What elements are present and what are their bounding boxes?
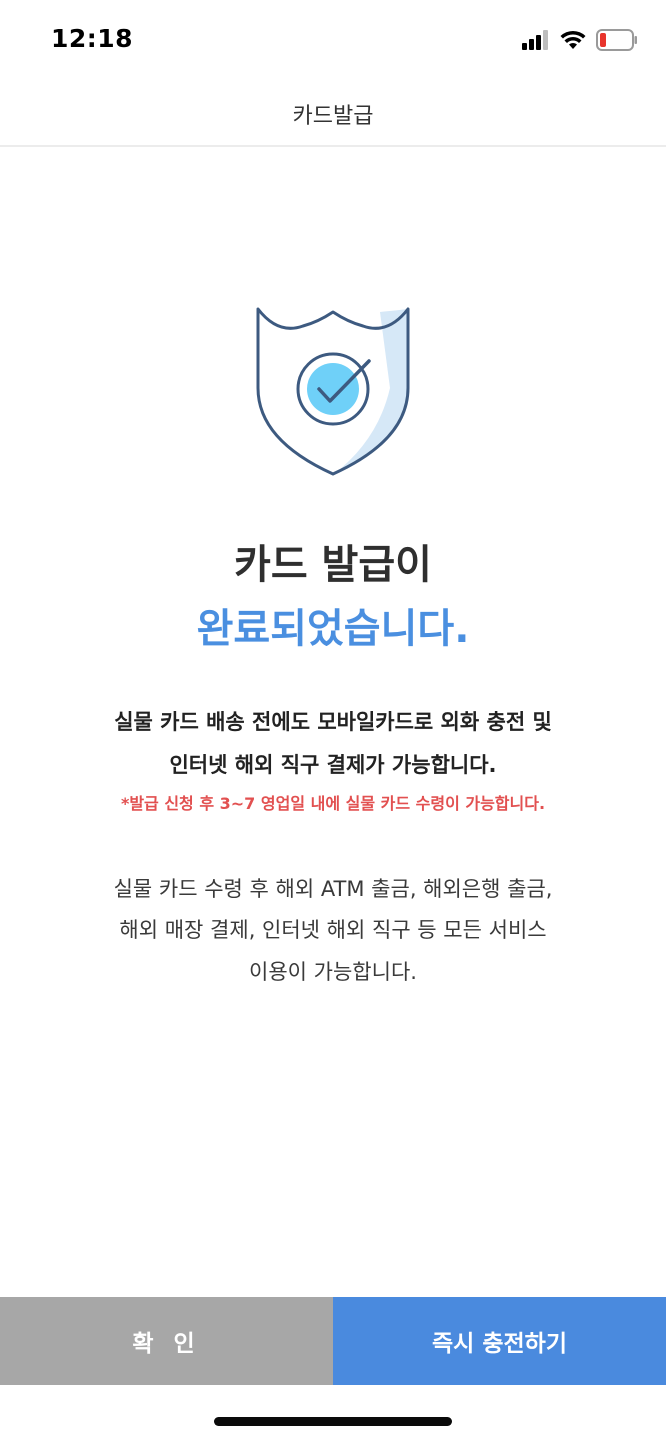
info-line-2: 해외 매장 결제, 인터넷 해외 직구 등 모든 서비스 — [119, 918, 547, 942]
info-bold-line-2: 인터넷 해외 직구 결제가 가능합니다. — [169, 753, 497, 777]
battery-low-icon — [596, 29, 637, 51]
cellular-signal-icon — [522, 30, 548, 50]
charge-now-button[interactable]: 즉시 충전하기 — [333, 1297, 666, 1385]
headline-line-2: 완료되었습니다. — [196, 606, 470, 652]
wifi-icon — [560, 30, 586, 49]
shield-check-icon — [256, 307, 410, 476]
info-line-3: 이용이 가능합니다. — [249, 960, 417, 984]
nav-bar: 카드발급 — [0, 80, 666, 147]
status-bar: 12:18 — [0, 0, 666, 80]
info-bold-line-1: 실물 카드 배송 전에도 모바일카드로 외화 충전 및 — [114, 710, 552, 734]
warning-text: *발급 신청 후 3~7 영업일 내에 실물 카드 수령이 가능합니다. — [120, 794, 546, 813]
page-title: 카드발급 — [292, 104, 374, 129]
home-indicator[interactable] — [214, 1417, 452, 1426]
confirm-button[interactable]: 확 인 — [0, 1297, 333, 1385]
headline-line-1: 카드 발급이 — [234, 542, 432, 588]
status-icons — [522, 28, 638, 52]
status-time: 12:18 — [51, 24, 134, 53]
info-line-1: 실물 카드 수령 후 해외 ATM 출금, 해외은행 출금, — [113, 877, 553, 901]
